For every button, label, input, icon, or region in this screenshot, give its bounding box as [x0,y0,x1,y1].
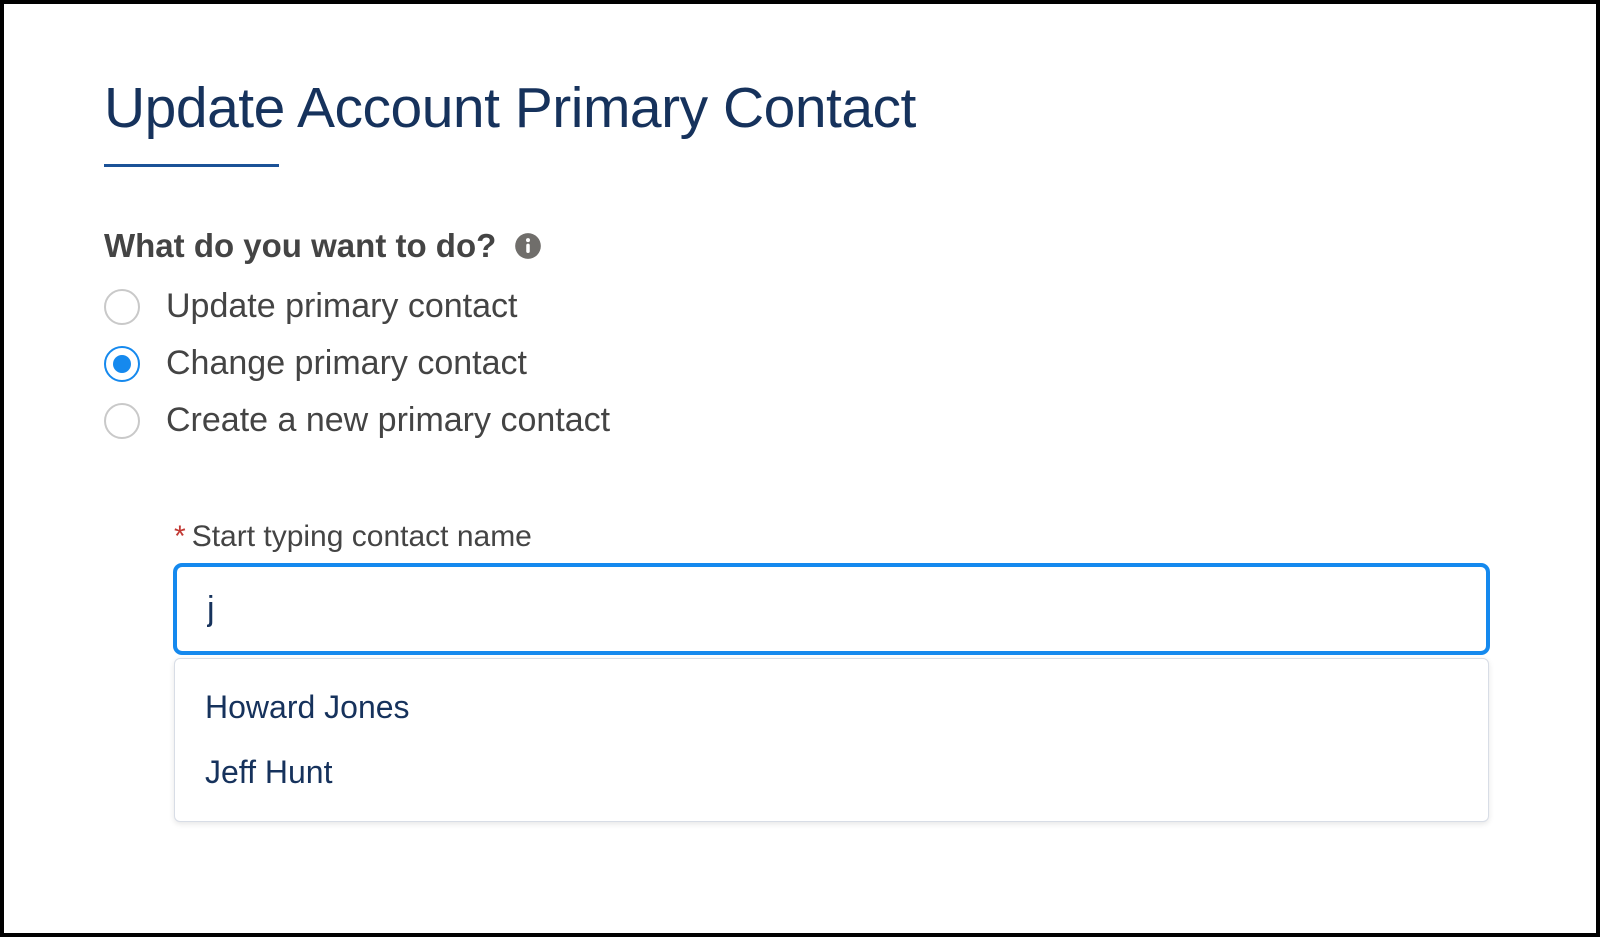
radio-circle-selected [104,346,140,382]
input-label-row: * Start typing contact name [174,520,1496,554]
radio-label: Change primary contact [166,344,527,383]
contact-input-section: * Start typing contact name Howard Jones… [174,520,1496,822]
page-title: Update Account Primary Contact [104,74,1496,142]
radio-option-update[interactable]: Update primary contact [104,287,1496,326]
required-asterisk: * [174,520,186,554]
title-underline [104,164,279,167]
radio-dot [113,355,131,373]
radio-option-create[interactable]: Create a new primary contact [104,401,1496,440]
suggestion-item[interactable]: Jeff Hunt [175,740,1488,805]
radio-label: Create a new primary contact [166,401,610,440]
action-radio-group: Update primary contact Change primary co… [104,287,1496,440]
radio-option-change[interactable]: Change primary contact [104,344,1496,383]
question-row: What do you want to do? [104,227,1496,265]
suggestion-item[interactable]: Howard Jones [175,675,1488,740]
radio-circle [104,403,140,439]
contact-name-input[interactable] [174,564,1489,654]
contact-suggestions-dropdown: Howard Jones Jeff Hunt [174,658,1489,822]
question-label: What do you want to do? [104,227,496,265]
contact-input-label: Start typing contact name [192,520,532,554]
radio-circle [104,289,140,325]
radio-label: Update primary contact [166,287,518,326]
info-icon[interactable] [514,232,542,260]
app-frame: Update Account Primary Contact What do y… [0,0,1600,937]
